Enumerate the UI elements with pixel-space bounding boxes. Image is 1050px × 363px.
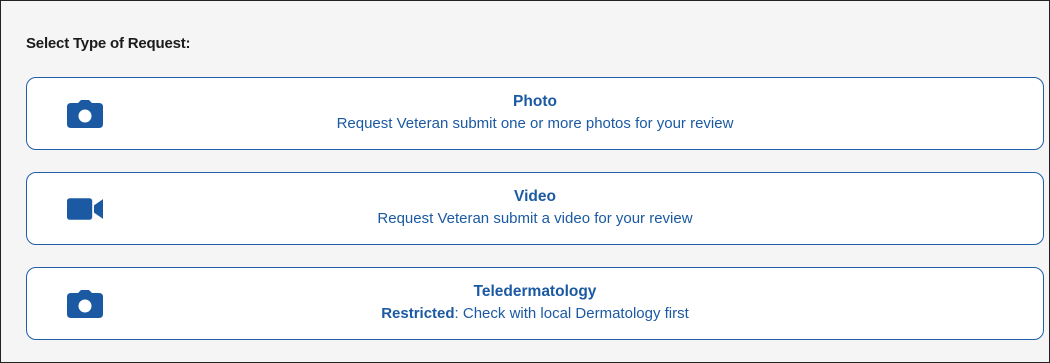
video-camera-icon <box>67 194 103 224</box>
teledermatology-option-title: Teledermatology <box>473 283 597 300</box>
photo-option-title: Photo <box>513 93 557 110</box>
video-request-option[interactable]: Video Request Veteran submit a video for… <box>26 172 1044 245</box>
request-type-heading: Select Type of Request: <box>26 35 191 52</box>
photo-request-option[interactable]: Photo Request Veteran submit one or more… <box>26 77 1044 150</box>
camera-icon <box>67 99 103 129</box>
request-type-panel: Select Type of Request: Photo Request Ve… <box>0 0 1050 363</box>
teledermatology-option-description: Restricted: Check with local Dermatology… <box>127 304 943 324</box>
camera-icon <box>67 289 103 319</box>
teledermatology-request-option[interactable]: Teledermatology Restricted: Check with l… <box>26 267 1044 340</box>
photo-option-description: Request Veteran submit one or more photo… <box>336 115 734 132</box>
restricted-note: : Check with local Dermatology first <box>454 305 689 322</box>
video-option-title: Video <box>514 188 556 205</box>
video-option-description: Request Veteran submit a video for your … <box>377 210 693 227</box>
restricted-label: Restricted <box>381 305 455 322</box>
